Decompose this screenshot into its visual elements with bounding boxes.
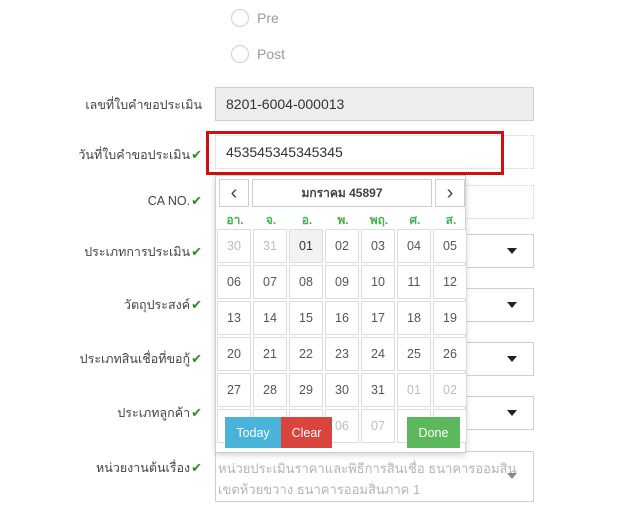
date-label-text: วันที่ใบคำขอประเมิน (78, 148, 191, 162)
weekday-label: ส. (445, 213, 457, 227)
purpose-label-text: วัตถุประสงค์ (123, 298, 191, 312)
check-icon: ✔ (191, 147, 202, 162)
day-cell[interactable]: 10 (361, 265, 395, 299)
day-cell[interactable]: 09 (325, 265, 359, 299)
purpose-label: วัตถุประสงค์ ✔ (124, 295, 202, 315)
day-cell[interactable]: 17 (361, 301, 395, 335)
clear-button[interactable]: Clear (281, 417, 332, 448)
day-cell[interactable]: 20 (217, 337, 251, 371)
day-cell[interactable]: 24 (361, 337, 395, 371)
chevron-down-icon (507, 410, 517, 416)
check-icon: ✔ (191, 351, 202, 366)
ca-no-label-text: CA NO. (147, 194, 191, 208)
done-button[interactable]: Done (407, 417, 460, 448)
loan-type-label: ประเภทสินเชื่อที่ขอกู้ ✔ (80, 349, 202, 369)
next-month-button[interactable]: › (435, 179, 465, 207)
eval-type-label: ประเภทการประเมิน ✔ (84, 242, 202, 262)
weekday-label: จ. (265, 213, 277, 227)
day-cell[interactable]: 26 (433, 337, 467, 371)
day-cell[interactable]: 07 (253, 265, 287, 299)
day-cell[interactable]: 13 (217, 301, 251, 335)
loan-type-label-text: ประเภทสินเชื่อที่ขอกู้ (79, 352, 191, 366)
weekday-label: พฤ. (369, 213, 389, 227)
chevron-down-icon (507, 356, 517, 362)
day-cell[interactable]: 02 (325, 229, 359, 263)
check-icon: ✔ (191, 405, 202, 420)
eval-type-label-text: ประเภทการประเมิน (84, 245, 191, 259)
radio-pre-circle[interactable] (231, 9, 249, 27)
date-label: วันที่ใบคำขอประเมิน ✔ (78, 145, 202, 165)
day-cell[interactable]: 18 (397, 301, 431, 335)
check-icon: ✔ (191, 297, 202, 312)
day-cell[interactable]: 22 (289, 337, 323, 371)
day-cell[interactable]: 19 (433, 301, 467, 335)
origin-unit-line-1: หน่วยประเมินราคาและพิธีการสินเชื่อ ธนาคา… (218, 461, 517, 476)
day-cell[interactable]: 30 (217, 229, 251, 263)
day-cell[interactable]: 28 (253, 373, 287, 407)
month-title-text: มกราคม 45897 (301, 185, 383, 200)
day-cell[interactable]: 04 (397, 229, 431, 263)
month-title[interactable]: มกราคม 45897 (252, 179, 432, 207)
customer-type-label: ประเภทลูกค้า ✔ (117, 403, 202, 423)
day-cell[interactable]: 12 (433, 265, 467, 299)
chevron-right-icon: › (446, 181, 454, 204)
ca-no-label: CA NO. ✔ (148, 193, 202, 209)
chevron-down-icon (507, 248, 517, 254)
day-cell[interactable]: 01 (397, 373, 431, 407)
datepicker: ‹ มกราคม 45897 › อา. จ. อ. พ. พฤ. ศ. ส. … (215, 175, 467, 453)
radio-pre-label: Pre (257, 10, 279, 26)
radio-pre[interactable]: Pre (231, 9, 279, 27)
day-cell[interactable]: 23 (325, 337, 359, 371)
day-cell[interactable]: 11 (397, 265, 431, 299)
day-cell[interactable]: 25 (397, 337, 431, 371)
day-cell[interactable]: 31 (253, 229, 287, 263)
done-button-label: Done (418, 425, 449, 440)
day-cell[interactable]: 06 (217, 265, 251, 299)
radio-post-label: Post (257, 46, 286, 62)
origin-unit-label: หน่วยงานต้นเรื่อง ✔ (96, 458, 202, 478)
weekday-label: ศ. (409, 213, 421, 227)
day-cell[interactable]: 21 (253, 337, 287, 371)
chevron-left-icon: ‹ (230, 181, 238, 204)
chevron-down-icon (507, 473, 517, 479)
clear-button-label: Clear (291, 425, 322, 440)
doc-no-value: 8201-6004-000013 (226, 96, 345, 112)
weekday-label: อ. (301, 213, 313, 227)
day-cell[interactable]: 14 (253, 301, 287, 335)
origin-unit-text: หน่วยประเมินราคาและพิธีการสินเชื่อ ธนาคา… (218, 458, 516, 500)
prev-month-button[interactable]: ‹ (219, 179, 249, 207)
day-cell[interactable]: 27 (217, 373, 251, 407)
day-cell[interactable]: 30 (325, 373, 359, 407)
doc-no-field: 8201-6004-000013 (215, 87, 534, 121)
day-cell[interactable]: 31 (361, 373, 395, 407)
doc-no-label: เลขที่ใบคำขอประเมิน (85, 95, 202, 115)
day-cell[interactable]: 07 (361, 409, 395, 443)
day-cell[interactable]: 03 (361, 229, 395, 263)
day-cell[interactable]: 01 (289, 229, 323, 263)
origin-unit-label-text: หน่วยงานต้นเรื่อง (96, 461, 191, 475)
radio-post-circle[interactable] (231, 45, 249, 63)
check-icon: ✔ (191, 460, 202, 475)
day-cell[interactable]: 02 (433, 373, 467, 407)
day-cell[interactable]: 29 (289, 373, 323, 407)
chevron-down-icon (507, 302, 517, 308)
day-cell[interactable]: 16 (325, 301, 359, 335)
weekday-label: พ. (337, 213, 349, 227)
check-icon: ✔ (191, 193, 202, 208)
doc-no-label-text: เลขที่ใบคำขอประเมิน (85, 98, 202, 112)
origin-unit-field[interactable]: หน่วยประเมินราคาและพิธีการสินเชื่อ ธนาคา… (215, 451, 534, 502)
day-cell[interactable]: 05 (433, 229, 467, 263)
origin-unit-line-2: เขตห้วยขวาง ธนาคารออมสินภาค 1 (218, 482, 421, 497)
highlight-box (206, 131, 504, 175)
day-cell[interactable]: 08 (289, 265, 323, 299)
today-button[interactable]: Today (225, 417, 281, 448)
today-button-label: Today (236, 425, 270, 440)
customer-type-label-text: ประเภทลูกค้า (117, 406, 191, 420)
weekday-label: อา. (226, 213, 244, 227)
check-icon: ✔ (191, 244, 202, 259)
day-cell[interactable]: 15 (289, 301, 323, 335)
radio-post[interactable]: Post (231, 45, 285, 63)
